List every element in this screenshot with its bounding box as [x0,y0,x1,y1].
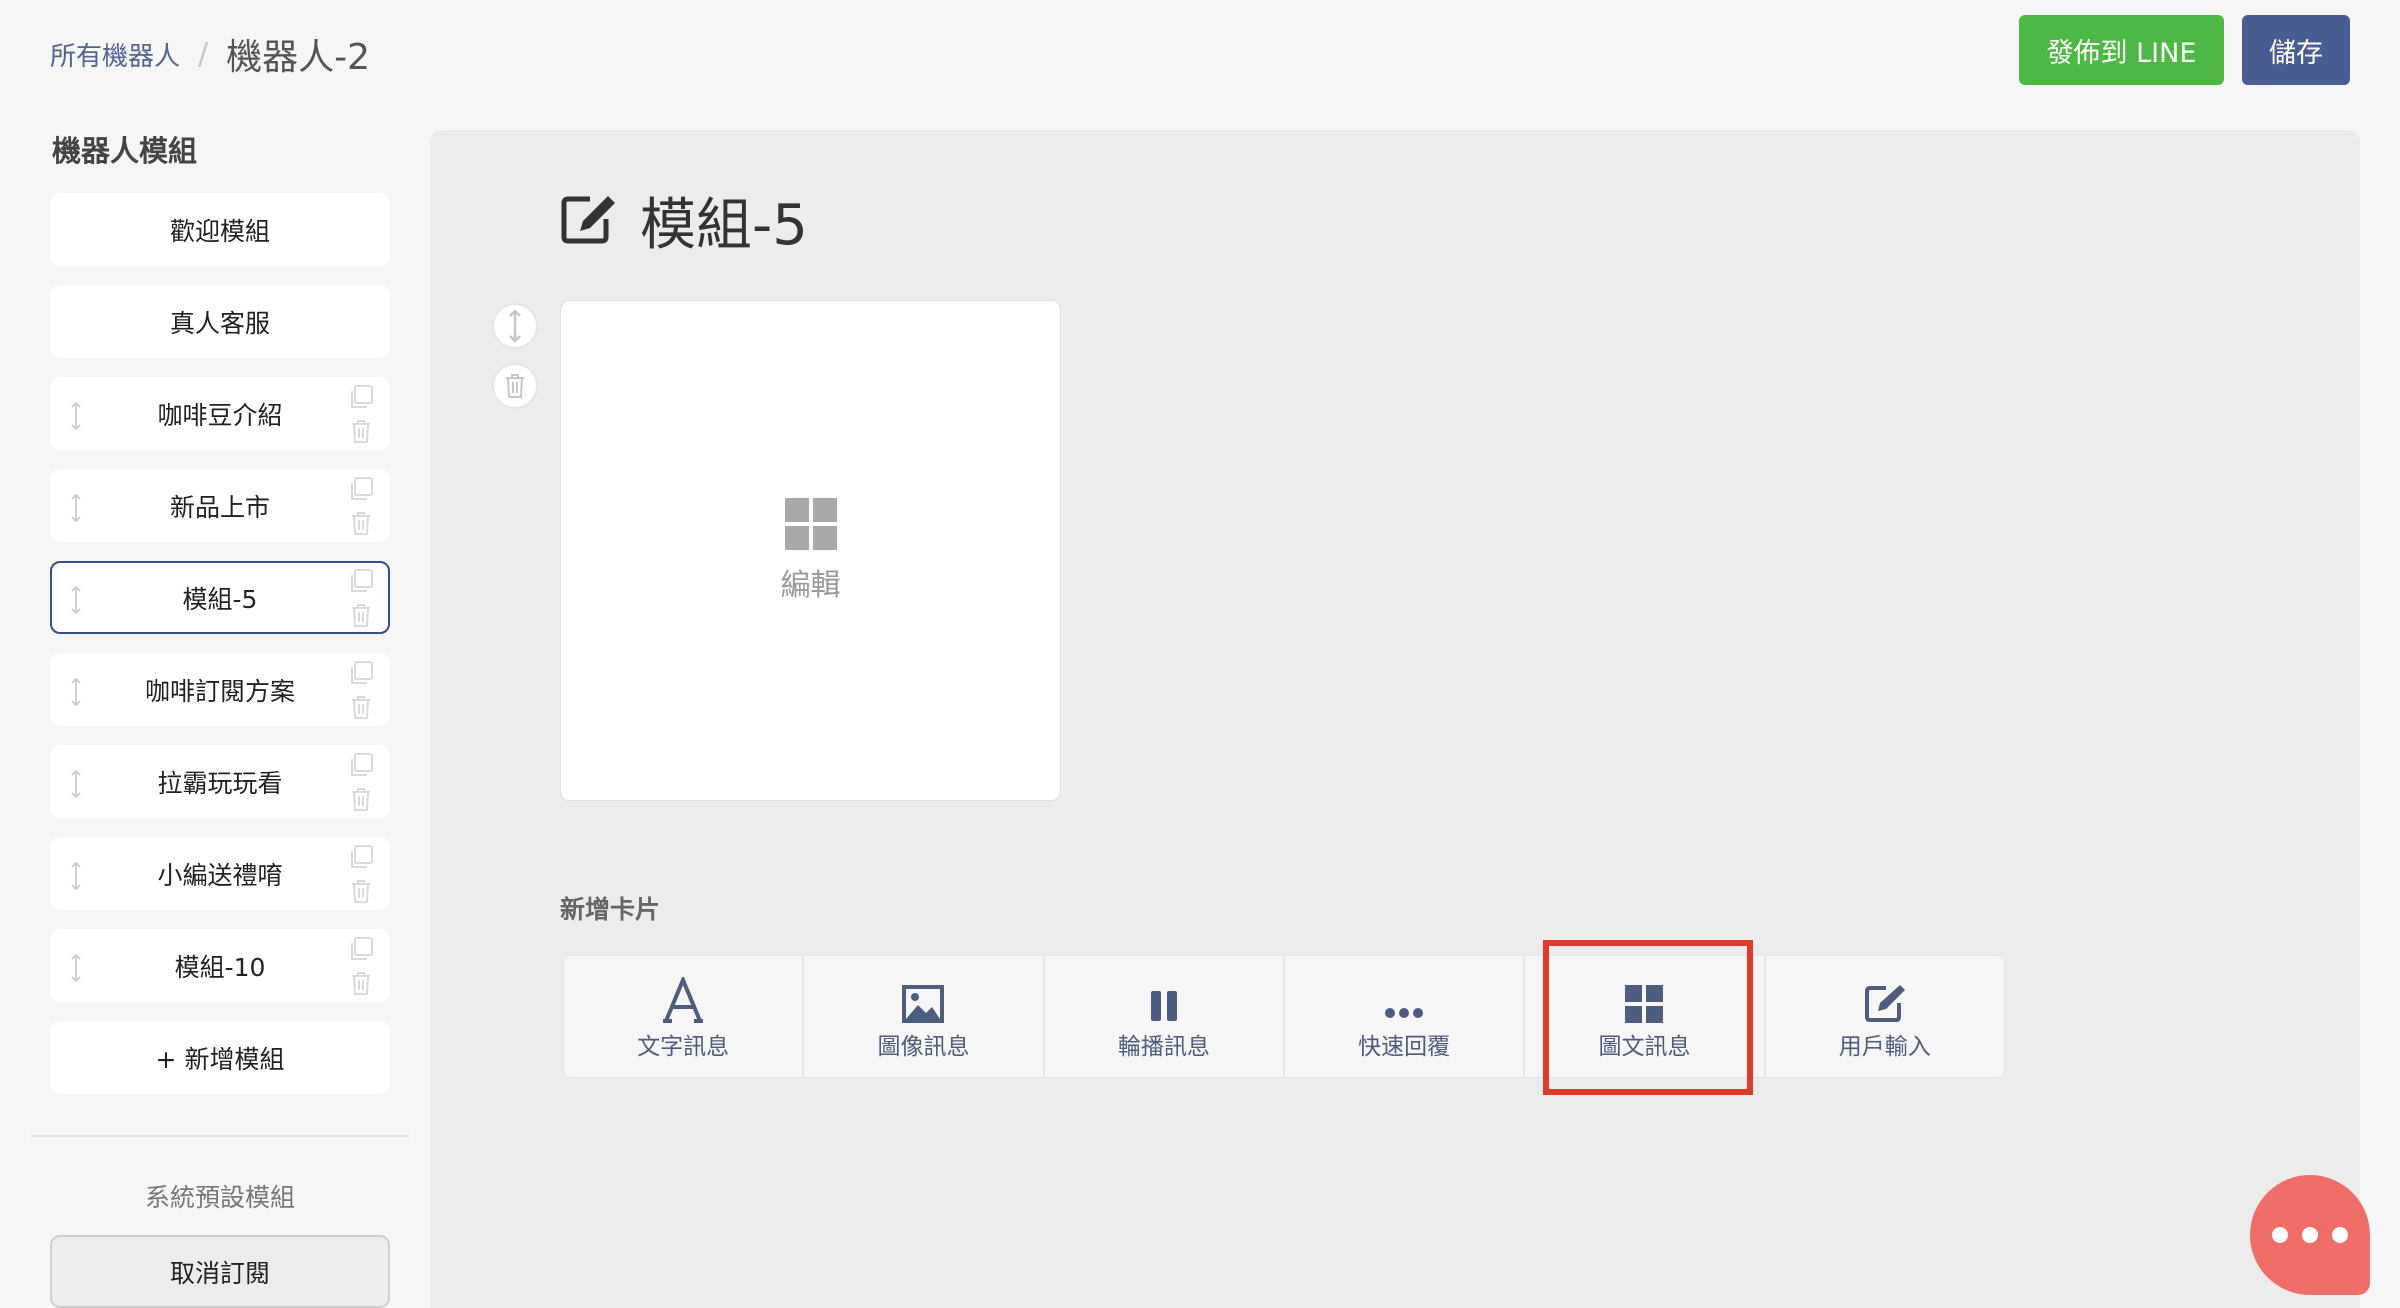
move-handle-icon[interactable] [492,303,538,349]
save-button[interactable]: 儲存 [2242,15,2350,85]
add-card-title: 新增卡片 [560,895,661,924]
module-item-gift[interactable]: 小編送禮唷 [50,837,390,910]
edit-icon[interactable] [560,193,618,249]
module-label: 咖啡豆介紹 [157,400,283,430]
breadcrumb: 所有機器人 / 機器人-2 [50,30,371,79]
module-label: 咖啡訂閱方案 [144,676,295,706]
drag-handle-icon[interactable] [66,401,86,431]
trash-icon[interactable] [348,419,374,449]
highlight-annotation [1543,940,1753,1095]
copy-icon[interactable] [348,937,374,967]
module-item-slot-game[interactable]: 拉霸玩玩看 [50,745,390,818]
breadcrumb-current: 機器人-2 [226,37,371,78]
tool-label: 圖像訊息 [877,1033,970,1060]
text-a-icon [663,973,704,1023]
add-carousel-message-button[interactable]: 輪播訊息 [1045,956,1285,1077]
module-list: 歡迎模組 真人客服 咖啡豆介紹 新品上市 模組-5 咖啡訂閱方案 拉霸玩玩看 小… [50,193,390,1113]
chat-widget-button[interactable] [2250,1175,2370,1295]
sidebar-title: 機器人模組 [52,134,198,168]
trash-icon[interactable] [348,511,374,541]
add-user-input-button[interactable]: 用戶輸入 [1766,956,2004,1077]
trash-icon[interactable] [348,787,374,817]
module-item-new-products[interactable]: 新品上市 [50,469,390,542]
module-label: 小編送禮唷 [157,860,283,890]
breadcrumb-link-all-bots[interactable]: 所有機器人 [50,36,180,73]
trash-icon[interactable] [348,695,374,725]
tool-label: 文字訊息 [637,1033,730,1060]
system-modules-title: 系統預設模組 [144,1183,295,1212]
edit-icon [1864,973,1906,1023]
copy-icon[interactable] [348,385,374,415]
tool-label: 快速回覆 [1358,1033,1451,1060]
module-label: 新品上市 [169,492,270,522]
module-title: 模組-5 [560,180,808,261]
module-label: 真人客服 [169,308,270,338]
drag-handle-icon[interactable] [66,861,86,891]
drag-handle-icon[interactable] [66,769,86,799]
copy-icon[interactable] [348,477,374,507]
module-item-live-agent[interactable]: 真人客服 [50,285,390,358]
drag-handle-icon[interactable] [66,677,86,707]
copy-icon[interactable] [348,661,374,691]
trash-icon[interactable] [348,603,374,633]
copy-icon[interactable] [348,753,374,783]
grid-icon [784,497,837,554]
module-item-subscription[interactable]: 咖啡訂閱方案 [50,653,390,726]
trash-icon[interactable] [348,971,374,1001]
add-quick-reply-button[interactable]: 快速回覆 [1285,956,1526,1077]
copy-icon[interactable] [348,845,374,875]
tool-label: 輪播訊息 [1117,1033,1210,1060]
module-title-text: 模組-5 [640,193,808,258]
module-item-coffee-beans[interactable]: 咖啡豆介紹 [50,377,390,450]
unsubscribe-button[interactable]: 取消訂閱 [50,1235,390,1308]
more-dots-icon [1384,973,1424,1023]
module-item-module-10[interactable]: 模組-10 [50,929,390,1002]
delete-card-icon[interactable] [492,363,538,409]
module-item-module-5[interactable]: 模組-5 [50,561,390,634]
copy-icon[interactable] [348,569,374,599]
module-label: 歡迎模組 [169,216,270,246]
trash-icon[interactable] [348,879,374,909]
publish-to-line-button[interactable]: 發佈到 LINE [2019,15,2224,85]
breadcrumb-separator: / [198,36,209,72]
chat-dot [2272,1227,2288,1243]
image-icon [902,973,945,1023]
add-image-message-button[interactable]: 圖像訊息 [804,956,1045,1077]
add-module-button[interactable]: + 新增模組 [50,1021,390,1094]
module-item-welcome[interactable]: 歡迎模組 [50,193,390,266]
add-module-label: + 新增模組 [155,1044,285,1074]
module-label: 拉霸玩玩看 [157,768,283,798]
drag-handle-icon[interactable] [66,953,86,983]
tool-label: 用戶輸入 [1838,1033,1931,1060]
card-edit-label: 編輯 [780,567,841,603]
add-text-message-button[interactable]: 文字訊息 [564,956,805,1077]
chat-dot [2302,1227,2318,1243]
module-label: 模組-10 [174,952,266,982]
sidebar-divider [30,1135,410,1137]
chat-dot [2332,1227,2348,1243]
imagemap-card[interactable]: 編輯 [560,300,1061,801]
add-card-toolbar: 文字訊息 圖像訊息 輪播訊息 快速回覆 圖文訊息 用戶輸入 [563,955,2005,1078]
module-label: 模組-5 [182,584,258,614]
drag-handle-icon[interactable] [66,585,86,615]
carousel-icon [1149,973,1179,1023]
drag-handle-icon[interactable] [66,493,86,523]
